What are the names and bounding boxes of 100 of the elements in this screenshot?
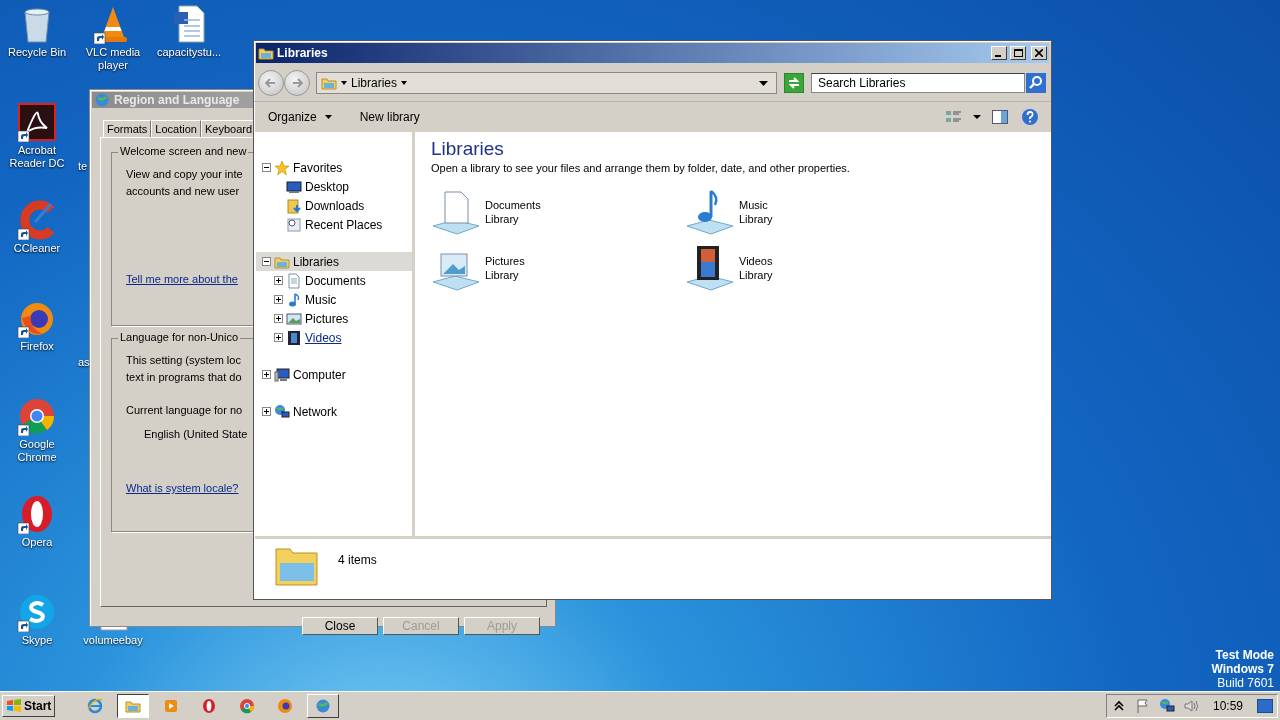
- library-type: Library: [739, 268, 773, 282]
- desktop-icon-label[interactable]: Firefox: [20, 340, 54, 353]
- taskbar-button[interactable]: [117, 694, 150, 718]
- firefox-icon: [277, 698, 294, 714]
- tab[interactable]: Formats: [103, 120, 152, 137]
- close-button[interactable]: [1031, 46, 1047, 60]
- opera-icon: [201, 698, 218, 714]
- library-icon: [321, 75, 337, 91]
- desktop-icon-label[interactable]: CCleaner: [13, 242, 61, 255]
- forward-arrow-icon: [291, 78, 303, 88]
- recent-icon: [286, 216, 302, 233]
- dialog-button[interactable]: Close: [302, 617, 378, 635]
- desktop-icon-label[interactable]: te: [78, 160, 88, 173]
- documents-icon: [286, 272, 302, 289]
- downloads-icon: [286, 197, 302, 214]
- toolbar-button[interactable]: Organize: [264, 108, 336, 126]
- explorer-icon: [125, 698, 142, 714]
- description-text: text in programs that do: [126, 370, 242, 385]
- desktop-icon-label[interactable]: as: [78, 356, 90, 369]
- nav-tree-item[interactable]: Favorites: [256, 158, 412, 177]
- media-icon: [163, 698, 180, 714]
- nav-tree-item[interactable]: Computer: [256, 365, 412, 384]
- speaker-icon: [1182, 698, 1199, 714]
- help-icon: [1021, 108, 1039, 126]
- desktop-icon-label[interactable]: Opera: [21, 536, 53, 549]
- group-title: Welcome screen and new: [118, 145, 249, 157]
- nav-tree-item[interactable]: Libraries: [256, 252, 412, 271]
- library-name[interactable]: Documents: [485, 198, 541, 212]
- help-link[interactable]: Tell me more about the: [126, 273, 238, 285]
- view-list-icon: [946, 110, 962, 124]
- desktop-icon-label[interactable]: Skype: [21, 634, 53, 647]
- nav-tree-item[interactable]: Pictures: [256, 309, 412, 328]
- library-name[interactable]: Pictures: [485, 254, 525, 268]
- nav-tree-item[interactable]: Documents: [256, 271, 412, 290]
- breadcrumb[interactable]: Libraries: [351, 76, 398, 90]
- nav-tree-item[interactable]: Desktop: [256, 177, 412, 196]
- network-icon: [1158, 698, 1175, 714]
- videos-icon: [286, 329, 302, 346]
- clock[interactable]: 10:59: [1212, 699, 1243, 713]
- dropdown-icon[interactable]: [759, 80, 768, 86]
- back-arrow-icon: [265, 78, 277, 88]
- help-button[interactable]: [1019, 106, 1041, 128]
- help-link[interactable]: What is system locale?: [126, 482, 239, 494]
- tab[interactable]: Location: [151, 120, 201, 137]
- page-heading: Libraries: [431, 138, 505, 160]
- nav-tree-item[interactable]: Music: [256, 290, 412, 309]
- videos-library-icon[interactable]: [685, 244, 735, 292]
- item-count: 4 items: [338, 553, 377, 567]
- nav-tree-item[interactable]: Videos: [256, 328, 412, 347]
- caret-icon[interactable]: [973, 115, 981, 119]
- network-icon: [274, 403, 290, 420]
- desktop-icon-label[interactable]: Recycle Bin: [7, 46, 67, 59]
- maximize-icon: [1013, 49, 1023, 57]
- library-type: Library: [739, 212, 773, 226]
- toolbar-button[interactable]: New library: [355, 108, 424, 126]
- caret-icon: [324, 115, 332, 119]
- test-mode-text: Windows 7: [1211, 662, 1274, 676]
- value-text: English (United State: [144, 428, 248, 440]
- caret-icon[interactable]: [341, 81, 347, 85]
- nav-tree-item[interactable]: Network: [256, 402, 412, 421]
- globe-icon: [315, 698, 332, 714]
- window-title: Region and Language: [114, 93, 240, 107]
- desktop-icon-label[interactable]: VLC media player: [76, 46, 150, 72]
- test-mode-text: Test Mode: [1215, 648, 1274, 662]
- description-text: This setting (system loc: [126, 353, 241, 368]
- flag-icon: [1134, 698, 1151, 714]
- search-icon: [1026, 73, 1046, 93]
- window-title: Libraries: [277, 46, 329, 60]
- search-field[interactable]: Search Libraries: [811, 73, 1025, 93]
- label-text: Current language for no: [126, 403, 243, 418]
- start-button[interactable]: Start: [2, 695, 56, 717]
- desktop-icon-label[interactable]: Acrobat Reader DC: [0, 144, 74, 170]
- minimize-button[interactable]: [991, 46, 1007, 60]
- preview-pane-icon: [992, 110, 1008, 124]
- desktop-icon-label[interactable]: capacitystu...: [156, 46, 222, 59]
- nav-tree-item[interactable]: Downloads: [256, 196, 412, 215]
- library-type: Library: [485, 268, 520, 282]
- refresh-icon: [784, 73, 804, 93]
- library-name[interactable]: Music: [739, 198, 773, 212]
- library-icon: [258, 45, 274, 61]
- library-name[interactable]: Videos: [739, 254, 773, 268]
- address-bar[interactable]: Libraries: [316, 72, 777, 94]
- globe-icon: [94, 92, 110, 108]
- star-icon: [274, 159, 290, 176]
- windows-icon: [6, 698, 22, 714]
- music-library-icon[interactable]: [685, 188, 735, 236]
- pictures-icon: [286, 310, 302, 327]
- description-text: View and copy your inte: [126, 167, 243, 182]
- group-title: Language for non-Unico: [118, 331, 241, 343]
- music-icon: [286, 291, 302, 308]
- maximize-button[interactable]: [1010, 46, 1026, 60]
- nav-tree-item[interactable]: Recent Places: [256, 215, 412, 234]
- refresh-button[interactable]: [783, 72, 805, 94]
- ie-icon: [87, 698, 104, 714]
- test-mode-text: Build 7601: [1217, 676, 1274, 690]
- caret-icon[interactable]: [401, 81, 408, 85]
- description-text: Open a library to see your files and arrange them by folder, date, and other properties.: [431, 162, 851, 174]
- close-icon: [1035, 49, 1043, 57]
- search-button[interactable]: [1025, 72, 1047, 94]
- desktop-icon-label[interactable]: Google Chrome: [0, 438, 74, 464]
